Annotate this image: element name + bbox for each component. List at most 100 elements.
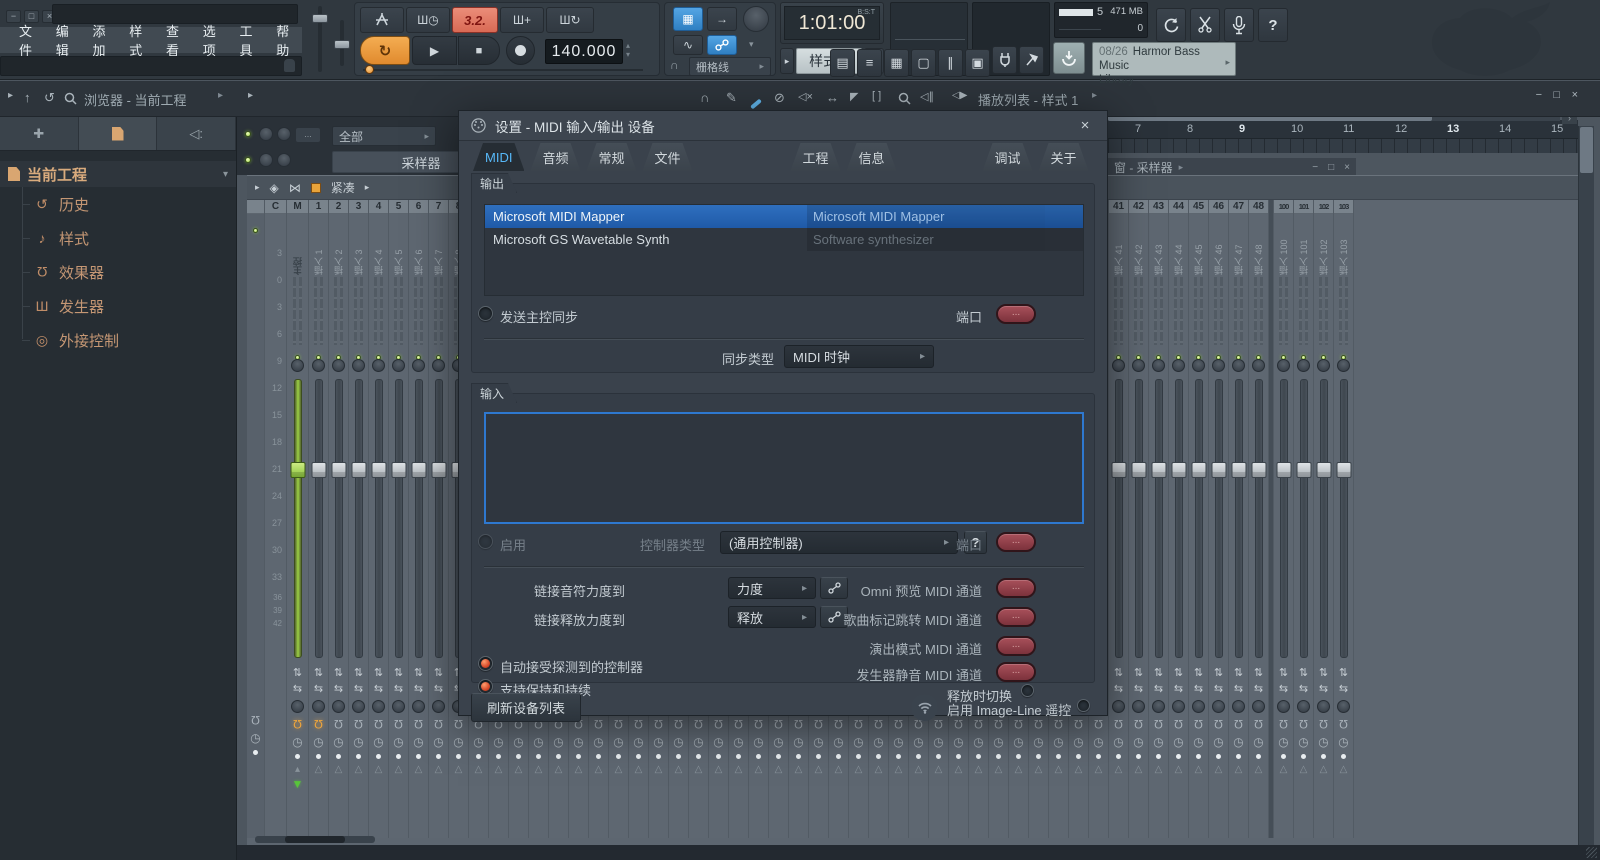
strip-clock-icon[interactable]: ◷ (513, 735, 523, 749)
mixer-db-scale[interactable]: C303691215182124273033363942 (265, 200, 287, 838)
strip-clock-icon[interactable]: ◷ (413, 735, 423, 749)
fx-bulb-icon[interactable]: Ω (293, 718, 302, 730)
strip-clock-icon[interactable]: ◷ (573, 735, 583, 749)
strip-dot[interactable] (536, 754, 541, 759)
fx-bulb-icon[interactable]: Ω (414, 718, 423, 730)
pan-icon[interactable]: ⇆ (434, 684, 443, 695)
fader-handle[interactable] (1171, 462, 1186, 478)
resize-grip[interactable] (1586, 847, 1597, 858)
browser-root-item[interactable]: 当前工程 ▾ (0, 161, 236, 187)
stereo-sep-icon[interactable]: ⇅ (293, 668, 302, 679)
route-triangle-icon[interactable]: △ (735, 764, 743, 775)
strip-clock-icon[interactable]: ◷ (533, 735, 543, 749)
plugin-picker-button[interactable] (992, 46, 1017, 74)
strip-dot[interactable] (856, 754, 861, 759)
strip-dot[interactable] (1256, 754, 1261, 759)
fx-bulb-icon[interactable]: Ω (1299, 718, 1308, 730)
mixer-track-strip[interactable]: 103插入 103⇅⇆Ω◷△ (1334, 200, 1354, 838)
strip-clock-icon[interactable]: ◷ (973, 735, 983, 749)
strip-clock-icon[interactable]: ◷ (1318, 735, 1328, 749)
fx-bulb-icon[interactable]: Ω (814, 718, 823, 730)
fx-bulb-icon[interactable]: Ω (1319, 718, 1328, 730)
auto-accept-radio[interactable] (478, 656, 493, 671)
playlist-maximize-icon[interactable]: □ (1553, 89, 1560, 101)
strip-dot[interactable] (556, 754, 561, 759)
strip-pan-knob[interactable] (1172, 359, 1185, 372)
mixer-track-strip[interactable]: 43插入 43⇅⇆Ω◷△ (1149, 200, 1169, 838)
strip-dot[interactable] (736, 754, 741, 759)
stop-button[interactable]: ■ (458, 36, 500, 65)
fader-handle[interactable] (371, 462, 386, 478)
fx-bulb-icon[interactable]: Ω (1194, 718, 1203, 730)
route-triangle-icon[interactable]: △ (775, 764, 783, 775)
route-triangle-icon[interactable]: △ (715, 764, 723, 775)
strip-clock-icon[interactable]: ◷ (953, 735, 963, 749)
strip-fader[interactable] (349, 377, 368, 660)
strip-clock-icon[interactable]: ◷ (713, 735, 723, 749)
strip-clock-icon[interactable]: ◷ (913, 735, 923, 749)
strip-dot[interactable] (1056, 754, 1061, 759)
strip-fader[interactable] (1189, 377, 1208, 660)
mixer-track-strip[interactable]: 4插入 4⇅⇆Ω◷△ (369, 200, 389, 838)
route-triangle-icon[interactable]: △ (695, 764, 703, 775)
mixer-menu-icon[interactable]: ▸ (255, 182, 260, 193)
strip-clock-icon[interactable]: ◷ (993, 735, 1003, 749)
mixer-dock-icon[interactable]: ⋈ (289, 181, 301, 195)
strip-dot[interactable] (1076, 754, 1081, 759)
strip-clock-icon[interactable]: ◷ (653, 735, 663, 749)
strip-clock-icon[interactable]: ◷ (1233, 735, 1243, 749)
strip-clock-icon[interactable]: ◷ (473, 735, 483, 749)
stereo-sep-icon[interactable]: ⇅ (434, 668, 443, 679)
fx-bulb-icon[interactable]: Ω (1234, 718, 1243, 730)
mixer-window-button[interactable]: ∥ (938, 49, 963, 77)
route-triangle-icon[interactable]: △ (675, 764, 683, 775)
mixer-hscrollbar[interactable] (255, 836, 375, 843)
strip-knob[interactable] (1232, 700, 1245, 713)
one-click-record-button[interactable] (1156, 8, 1186, 42)
fader-handle[interactable] (351, 462, 366, 478)
strip-dot[interactable] (476, 754, 481, 759)
strip-clock-icon[interactable]: ◷ (1278, 735, 1288, 749)
omni-preview-value[interactable]: ... (996, 578, 1036, 598)
mixer-track-strip[interactable]: 102插入 102⇅⇆Ω◷△ (1314, 200, 1334, 838)
fx-bulb-icon[interactable]: Ω (1014, 718, 1023, 730)
swing-button[interactable]: ∿ (673, 35, 703, 55)
strip-dot[interactable] (576, 754, 581, 759)
strip-dot[interactable] (596, 754, 601, 759)
song-marker-value[interactable]: ... (996, 607, 1036, 627)
route-triangle-icon[interactable]: △ (1035, 764, 1043, 775)
fx-bulb-icon[interactable]: Ω (794, 718, 803, 730)
stereo-sep-icon[interactable]: ⇅ (354, 668, 363, 679)
toggle-on-release-radio[interactable] (1021, 684, 1034, 697)
strip-knob[interactable] (1317, 700, 1330, 713)
pan-icon[interactable]: ⇆ (354, 684, 363, 695)
strip-pan-knob[interactable] (1212, 359, 1225, 372)
strip-fader[interactable] (309, 377, 328, 660)
strip-clock-icon[interactable]: ◷ (250, 731, 260, 745)
strip-clock-icon[interactable]: ◷ (333, 735, 343, 749)
channel-knob[interactable] (259, 127, 273, 141)
strip-fader[interactable] (1314, 377, 1333, 660)
route-triangle-icon[interactable]: △ (335, 764, 343, 775)
fader-handle[interactable] (1151, 462, 1166, 478)
hold-support-radio[interactable] (478, 679, 493, 694)
strip-fader[interactable] (389, 377, 408, 660)
route-triangle-icon[interactable]: △ (1320, 764, 1328, 775)
tab-调试[interactable]: 调试 (983, 143, 1033, 171)
strip-dot[interactable] (696, 754, 701, 759)
sync-type-selector[interactable]: MIDI 时钟▸ (784, 345, 934, 368)
song-pattern-loop-button[interactable]: ↻ (360, 36, 410, 65)
strip-knob[interactable] (392, 700, 405, 713)
browser-search-icon[interactable] (64, 92, 77, 105)
strip-fader[interactable] (409, 377, 428, 660)
fx-bulb-icon[interactable]: Ω (334, 718, 343, 730)
strip-clock-icon[interactable]: ◷ (593, 735, 603, 749)
mixer-color-icon[interactable] (311, 183, 321, 193)
route-triangle-icon[interactable]: △ (475, 764, 483, 775)
playlist-magnet-icon[interactable]: ∩ (700, 90, 709, 105)
strip-knob[interactable] (1192, 700, 1205, 713)
strip-knob[interactable] (1112, 700, 1125, 713)
route-triangle-icon[interactable]: △ (1300, 764, 1308, 775)
strip-clock-icon[interactable]: ◷ (433, 735, 443, 749)
channel-led[interactable] (245, 157, 251, 163)
